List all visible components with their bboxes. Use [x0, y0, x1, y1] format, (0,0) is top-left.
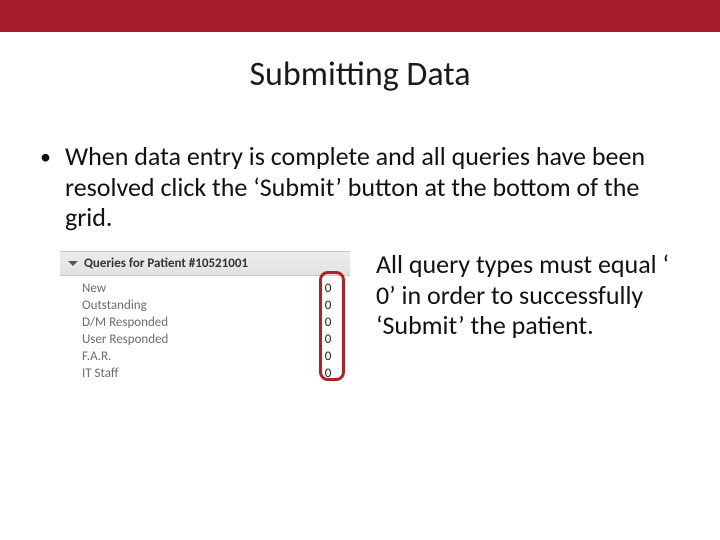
query-label: F.A.R.	[82, 349, 111, 364]
panel-header-text: Queries for Patient #10521001	[84, 256, 248, 271]
query-value: 0	[316, 349, 340, 364]
lower-section: Queries for Patient #10521001 New 0 Outs…	[0, 251, 720, 388]
query-value: 0	[316, 366, 340, 381]
query-label: User Responded	[82, 332, 168, 347]
query-row: New 0	[82, 280, 340, 297]
side-note: All query types must equal ‘ 0’ in order…	[376, 249, 686, 388]
query-label: New	[82, 281, 106, 296]
query-value: 0	[316, 281, 340, 296]
bullet-dot-icon: •	[40, 143, 51, 172]
queries-panel-header: Queries for Patient #10521001	[60, 251, 350, 276]
query-label: Outstanding	[82, 298, 147, 313]
bullet-block: • When data entry is complete and all qu…	[40, 141, 680, 233]
query-row: D/M Responded 0	[82, 314, 340, 331]
query-row: F.A.R. 0	[82, 348, 340, 365]
bullet-item: • When data entry is complete and all qu…	[40, 141, 680, 233]
header-bar	[0, 0, 720, 32]
bullet-text: When data entry is complete and all quer…	[65, 141, 680, 233]
slide-title: Submitting Data	[0, 54, 720, 95]
query-label: D/M Responded	[82, 315, 168, 330]
query-value: 0	[316, 298, 340, 313]
chevron-down-icon	[68, 261, 78, 266]
query-row: User Responded 0	[82, 331, 340, 348]
query-value: 0	[316, 315, 340, 330]
query-row: Outstanding 0	[82, 297, 340, 314]
query-row: IT Staff 0	[82, 365, 340, 382]
queries-list: New 0 Outstanding 0 D/M Responded 0 User…	[60, 276, 350, 388]
query-value: 0	[316, 332, 340, 347]
query-label: IT Staff	[82, 366, 118, 381]
queries-panel: Queries for Patient #10521001 New 0 Outs…	[60, 251, 350, 388]
